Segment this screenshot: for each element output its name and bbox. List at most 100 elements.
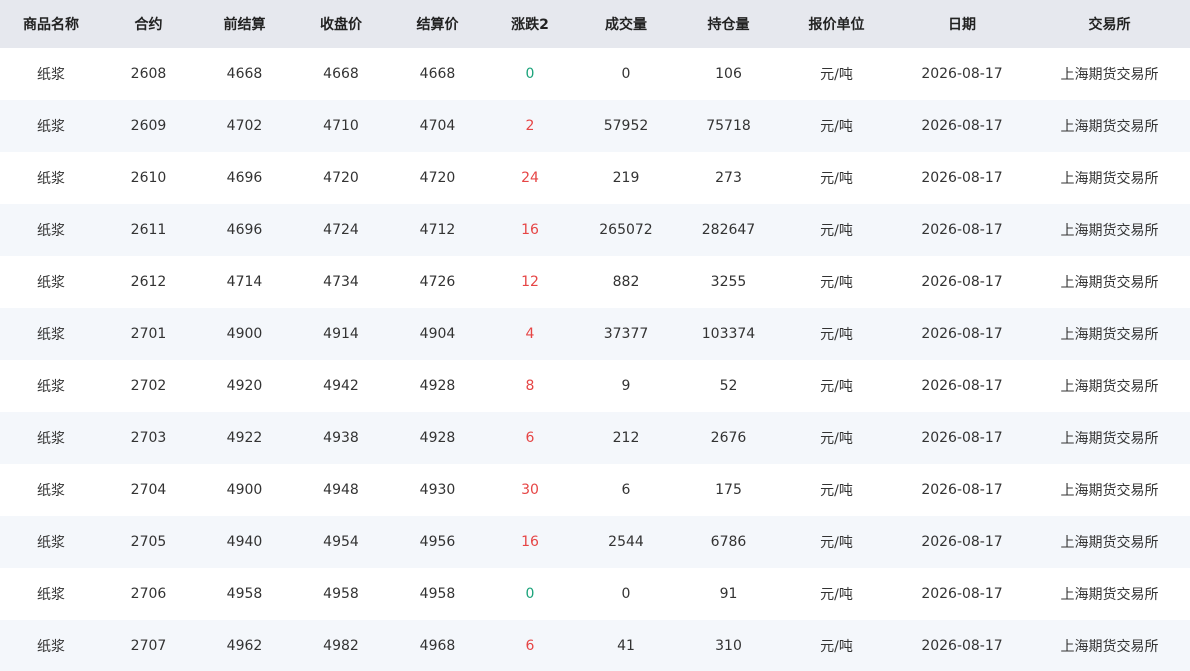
open-interest-cell: 103374	[701, 326, 756, 342]
header-change: 涨跌2	[511, 17, 549, 33]
contract-cell: 2705	[130, 534, 167, 550]
prev-settle-cell: 4668	[226, 66, 263, 82]
table-row: 纸浆 2702 4920 4942 4928 8 9 52 元/吨 2026-08-17 上海期货交…	[0, 360, 1190, 412]
open-interest-cell: 282647	[701, 222, 756, 238]
product-name-cell: 纸浆	[37, 119, 65, 135]
table-row: 纸浆 2609 4702 4710 4704 2 57952 75718 元/吨 2026-08-…	[0, 100, 1190, 152]
settle-cell: 4712	[419, 222, 456, 238]
header-contract: 合约	[134, 17, 163, 33]
table-row: 纸浆 2706 4958 4958 4958 0 0 91 元/吨 2026-08-17 上海期货交…	[0, 568, 1190, 620]
unit-cell: 元/吨	[820, 223, 853, 239]
header-settle: 结算价	[416, 17, 459, 33]
table-body: 纸浆 2608 4668 4668 4668 0 0 106 元/吨 2026-08-17 上海期货…	[0, 48, 1190, 671]
volume-cell: 0	[621, 586, 631, 602]
contract-cell: 2608	[130, 66, 167, 82]
open-interest-cell: 52	[719, 378, 738, 394]
settle-cell: 4720	[419, 170, 456, 186]
close-cell: 4734	[323, 274, 359, 290]
close-cell: 4724	[323, 222, 359, 238]
date-cell: 2026-08-17	[921, 430, 1003, 446]
product-name-cell: 纸浆	[37, 171, 65, 187]
settle-cell: 4928	[419, 378, 456, 394]
product-name-cell: 纸浆	[37, 275, 65, 291]
prev-settle-cell: 4922	[226, 430, 263, 446]
change-cell: 16	[521, 534, 539, 550]
exchange-cell: 上海期货交易所	[1060, 535, 1159, 551]
exchange-cell: 上海期货交易所	[1060, 638, 1159, 655]
close-cell: 4954	[323, 534, 359, 550]
open-interest-cell: 3255	[710, 274, 747, 290]
prev-settle-cell: 4696	[226, 170, 263, 186]
close-cell: 4948	[323, 482, 359, 498]
date-cell: 2026-08-17	[921, 482, 1003, 498]
exchange-cell: 上海期货交易所	[1060, 275, 1159, 291]
settle-cell: 4726	[419, 274, 456, 290]
settle-cell: 4958	[419, 586, 456, 602]
date-cell: 2026-08-17	[921, 118, 1003, 134]
unit-cell: 元/吨	[820, 171, 853, 187]
product-name-cell: 纸浆	[37, 483, 65, 499]
contract-cell: 2702	[130, 378, 167, 394]
settle-cell: 4928	[419, 430, 456, 446]
product-name-cell: 纸浆	[37, 638, 65, 655]
open-interest-cell: 175	[715, 482, 742, 498]
product-name-cell: 纸浆	[37, 379, 65, 395]
header-close: 收盘价	[320, 17, 362, 33]
open-interest-cell: 273	[715, 170, 742, 186]
change-cell: 16	[521, 222, 539, 238]
close-cell: 4958	[323, 586, 359, 602]
close-cell: 4914	[323, 326, 359, 342]
open-interest-cell: 2676	[710, 430, 747, 446]
unit-cell: 元/吨	[820, 119, 853, 135]
product-name-cell: 纸浆	[37, 587, 65, 603]
exchange-cell: 上海期货交易所	[1060, 431, 1159, 447]
table-row: 纸浆 2703 4922 4938 4928 6 212 2676 元/吨 2026-08-17 上…	[0, 412, 1190, 464]
unit-cell: 元/吨	[820, 535, 853, 551]
date-cell: 2026-08-17	[921, 66, 1003, 82]
exchange-cell: 上海期货交易所	[1060, 119, 1159, 135]
unit-cell: 元/吨	[820, 431, 853, 447]
exchange-cell: 上海期货交易所	[1060, 587, 1159, 603]
prev-settle-cell: 4900	[226, 326, 263, 342]
prev-settle-cell: 4714	[226, 274, 263, 290]
prev-settle-cell: 4900	[226, 482, 263, 498]
settle-cell: 4704	[419, 118, 456, 134]
date-cell: 2026-08-17	[921, 534, 1003, 550]
prev-settle-cell: 4920	[226, 378, 263, 394]
contract-cell: 2704	[130, 482, 167, 498]
product-name-cell: 纸浆	[37, 327, 65, 343]
unit-cell: 元/吨	[820, 587, 853, 603]
table-row: 纸浆 2707 4962 4982 4968 6 41 310 元/吨 2026-08-17 上海期…	[0, 620, 1190, 671]
prev-settle-cell: 4940	[226, 534, 263, 550]
volume-cell: 37377	[603, 326, 649, 342]
product-name-cell: 纸浆	[37, 67, 65, 83]
change-cell: 30	[521, 482, 539, 498]
prev-settle-cell: 4962	[226, 637, 263, 654]
volume-cell: 212	[612, 430, 640, 446]
open-interest-cell: 75718	[706, 118, 751, 134]
date-cell: 2026-08-17	[921, 326, 1003, 342]
change-cell: 24	[521, 170, 539, 186]
contract-cell: 2703	[130, 430, 167, 446]
change-cell: 0	[525, 66, 535, 82]
table-row: 纸浆 2611 4696 4724 4712 16 265072 282647 元/吨 2026-…	[0, 204, 1190, 256]
change-cell: 6	[525, 430, 535, 446]
unit-cell: 元/吨	[820, 638, 853, 655]
header-volume: 成交量	[605, 17, 647, 33]
settle-cell: 4930	[419, 482, 456, 498]
date-cell: 2026-08-17	[921, 586, 1003, 602]
header-unit: 报价单位	[808, 17, 865, 33]
table-row: 纸浆 2612 4714 4734 4726 12 882 3255 元/吨 2026-08-17…	[0, 256, 1190, 308]
volume-cell: 0	[621, 66, 631, 82]
volume-cell: 9	[621, 378, 631, 394]
exchange-cell: 上海期货交易所	[1060, 327, 1159, 343]
close-cell: 4720	[323, 170, 359, 186]
date-cell: 2026-08-17	[921, 637, 1003, 654]
close-cell: 4710	[323, 118, 359, 134]
contract-cell: 2609	[130, 118, 167, 134]
open-interest-cell: 91	[719, 586, 738, 602]
contract-cell: 2610	[130, 170, 167, 186]
prev-settle-cell: 4696	[226, 222, 263, 238]
volume-cell: 2544	[608, 534, 644, 550]
volume-cell: 6	[621, 482, 631, 498]
